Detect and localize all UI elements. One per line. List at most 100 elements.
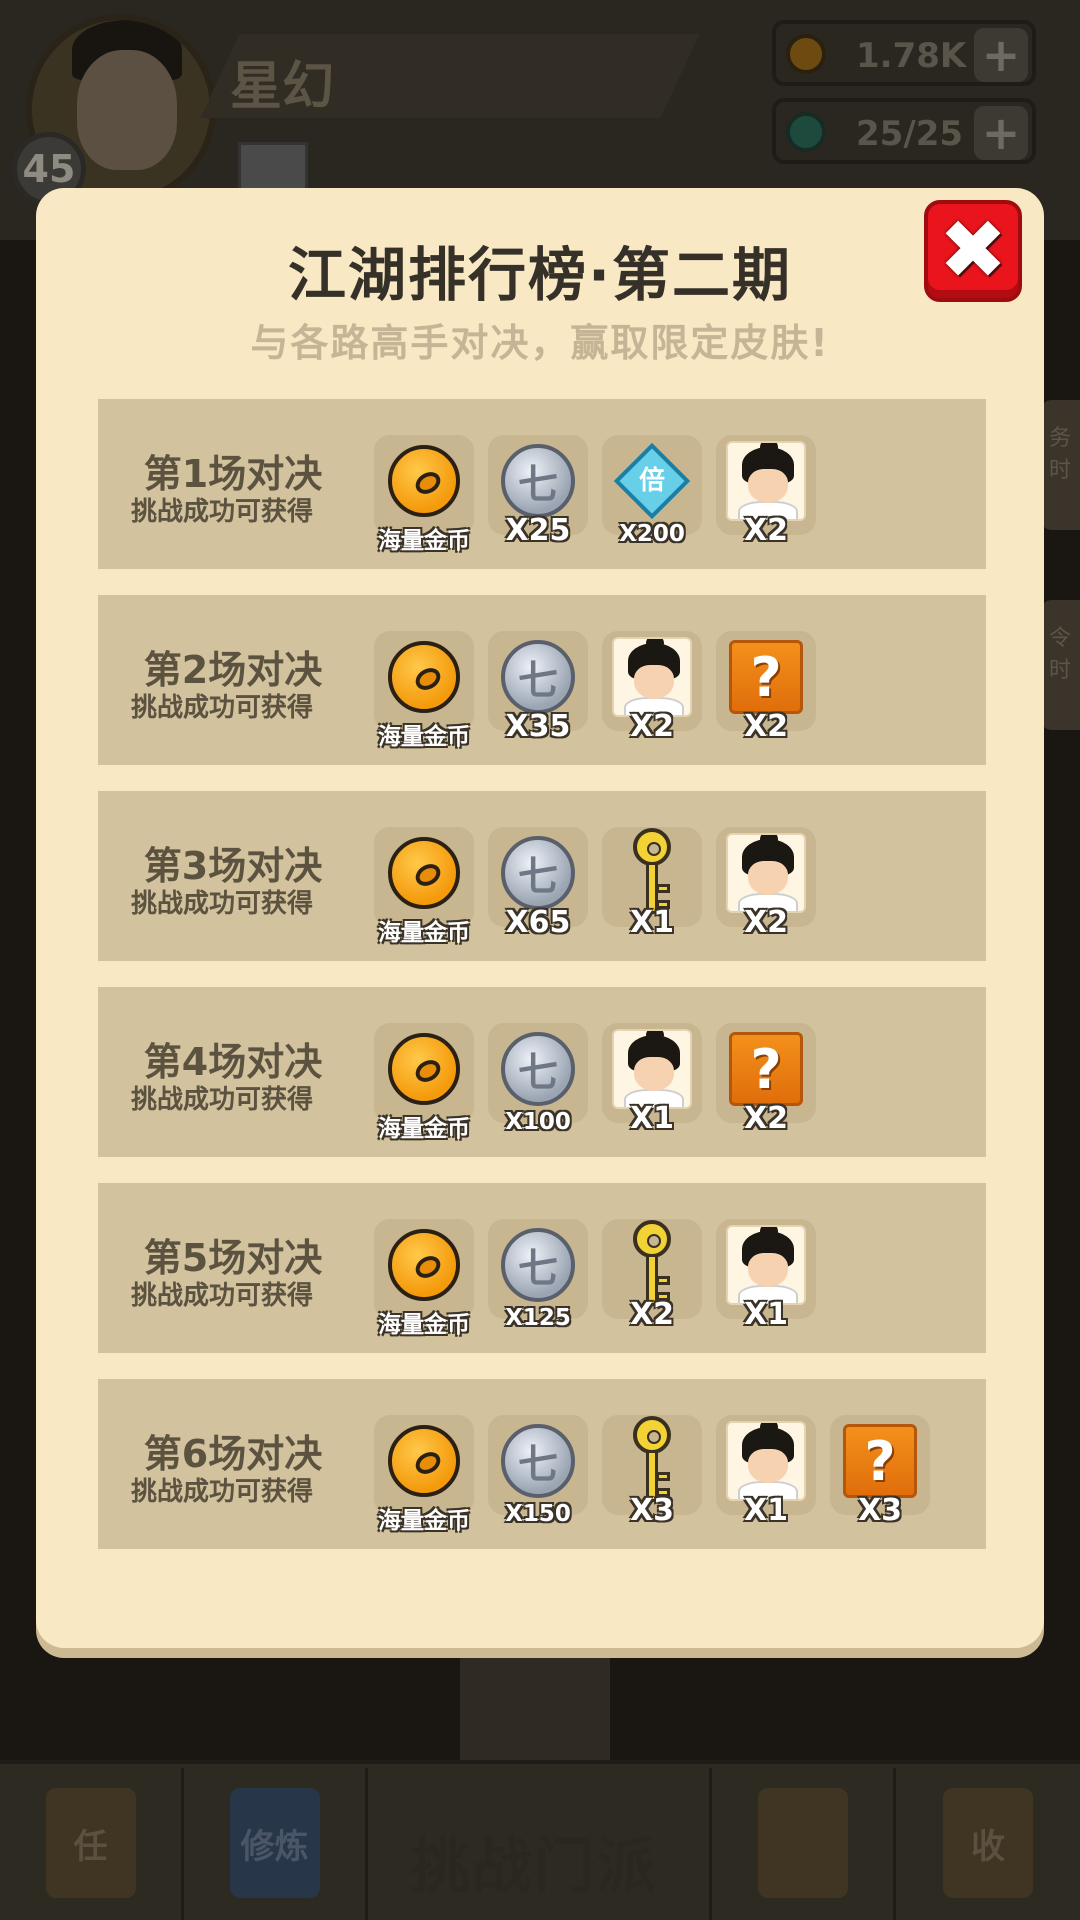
reward-quantity: X2 — [743, 1101, 788, 1136]
armor-icon — [757, 1788, 848, 1898]
tasks-scroll-icon: 任 — [45, 1788, 136, 1898]
reward-quantity: X25 — [505, 513, 571, 548]
round-title: 第1场对决 — [143, 452, 323, 496]
round-subtitle: 挑战成功可获得 — [130, 1477, 313, 1507]
reward-quantity: X200 — [619, 521, 685, 547]
reward-slot[interactable]: 海量金币 — [374, 631, 474, 750]
reward-quantity: X150 — [505, 1501, 571, 1527]
reward-slot[interactable]: 七 X150 — [488, 1415, 588, 1527]
coin-icon — [786, 34, 826, 74]
cultivate-book-icon: 修炼 — [229, 1788, 320, 1898]
reward-slot[interactable]: X3 — [602, 1415, 702, 1528]
reward-slot[interactable]: 倍 X200 — [602, 435, 702, 547]
reward-slot[interactable]: ? X3 — [830, 1415, 930, 1528]
gold-coin-icon — [388, 1033, 460, 1105]
hero-skin-fragment-icon — [726, 833, 806, 913]
silver-coin-icon: 七 — [501, 836, 575, 910]
gold-coin-icon — [388, 1425, 460, 1497]
avatar-face — [77, 50, 177, 170]
reward-quantity: X2 — [743, 905, 788, 940]
add-coins-button[interactable]: + — [974, 28, 1028, 82]
challenge-label: 挑战门派 — [410, 1832, 658, 1902]
silver-coin-icon: 七 — [501, 1228, 575, 1302]
reward-slot[interactable]: 海量金币 — [374, 435, 474, 554]
hero-skin-fragment-icon — [726, 1421, 806, 1501]
silver-coin-icon: 七 — [501, 1424, 575, 1498]
nav-tasks[interactable]: 任 — [0, 1768, 184, 1920]
reward-slot[interactable]: 海量金币 — [374, 1415, 474, 1534]
reward-slot[interactable]: X2 — [602, 631, 702, 744]
reward-slot[interactable]: 海量金币 — [374, 827, 474, 946]
reward-slot[interactable]: 七 X65 — [488, 827, 588, 940]
modal-subtitle: 与各路高手对决，赢取限定皮肤! — [250, 321, 830, 365]
round-title: 第6场对决 — [143, 1432, 323, 1476]
round-subtitle: 挑战成功可获得 — [130, 1281, 313, 1311]
nav-armor[interactable] — [712, 1768, 896, 1920]
round-title: 第2场对决 — [143, 648, 323, 692]
reward-slot[interactable]: 海量金币 — [374, 1219, 474, 1338]
reward-quantity: X2 — [629, 1297, 674, 1332]
round-row-1: 第1场对决 挑战成功可获得 海量金币七 X25 倍 X200 X2 — [98, 399, 986, 569]
close-x-icon: ✖ — [938, 203, 1008, 298]
reward-slot[interactable]: ? X2 — [716, 631, 816, 744]
silver-coin-icon: 七 — [501, 444, 575, 518]
gold-coin-icon — [388, 445, 460, 517]
reward-quantity: X1 — [743, 1493, 788, 1528]
gold-coin-icon — [388, 837, 460, 909]
hero-skin-fragment-icon — [726, 1225, 806, 1305]
modal-title: 江湖排行榜·第二期 — [287, 241, 793, 309]
round-subtitle: 挑战成功可获得 — [130, 497, 313, 527]
reward-slot[interactable]: X1 — [716, 1219, 816, 1332]
mail-icon[interactable] — [238, 142, 308, 192]
reward-slot[interactable]: X2 — [716, 435, 816, 548]
reward-slot[interactable]: X2 — [602, 1219, 702, 1332]
reward-slot[interactable]: X2 — [716, 827, 816, 940]
reward-slot[interactable]: 七 X100 — [488, 1023, 588, 1135]
reward-quantity: X1 — [629, 905, 674, 940]
reward-quantity: X1 — [629, 1101, 674, 1136]
mystery-outfit-icon: ? — [729, 1032, 803, 1106]
shop-icon: 收 — [943, 1788, 1033, 1898]
hero-skin-fragment-icon — [612, 1029, 692, 1109]
reward-quantity: X35 — [505, 709, 571, 744]
reward-slot[interactable]: 海量金币 — [374, 1023, 474, 1142]
round-subtitle: 挑战成功可获得 — [130, 1085, 313, 1115]
silver-coin-icon: 七 — [501, 1032, 575, 1106]
round-row-2: 第2场对决 挑战成功可获得 海量金币七 X35 X2? X2 — [98, 595, 986, 765]
add-energy-button[interactable]: + — [974, 106, 1028, 160]
reward-slot[interactable]: 七 X35 — [488, 631, 588, 744]
round-row-3: 第3场对决 挑战成功可获得 海量金币七 X65 X1 X2 — [98, 791, 986, 961]
nav-cultivate[interactable]: 修炼 — [184, 1768, 368, 1920]
leaderboard-modal: 江湖排行榜·第二期 与各路高手对决，赢取限定皮肤! ✖ 第1场对决 挑战成功可获得… — [36, 188, 1044, 1648]
hero-skin-fragment-icon — [726, 441, 806, 521]
reward-slot[interactable]: ? X2 — [716, 1023, 816, 1136]
reward-quantity: X2 — [743, 513, 788, 548]
player-name: 星幻 — [230, 57, 335, 117]
reward-quantity: X100 — [505, 1109, 571, 1135]
close-button[interactable]: ✖ — [924, 200, 1022, 302]
reward-quantity: X125 — [505, 1305, 571, 1331]
gold-coin-icon — [388, 641, 460, 713]
reward-quantity: X2 — [743, 709, 788, 744]
mystery-weapon-icon: ? — [843, 1424, 917, 1498]
round-title: 第3场对决 — [143, 844, 323, 888]
coin-resource-bar: 1.78K + — [772, 20, 1036, 86]
round-subtitle: 挑战成功可获得 — [130, 693, 313, 723]
side-tab-tasks[interactable]: 务时 — [1040, 400, 1080, 530]
nav-shop[interactable]: 收 — [896, 1768, 1080, 1920]
reward-slot[interactable]: X1 — [716, 1415, 816, 1528]
reward-slot[interactable]: 七 X125 — [488, 1219, 588, 1331]
reward-quantity: X1 — [743, 1297, 788, 1332]
round-title: 第5场对决 — [143, 1236, 323, 1280]
side-tab-limited[interactable]: 令时 — [1040, 600, 1080, 730]
reward-slot[interactable]: 七 X25 — [488, 435, 588, 548]
round-subtitle: 挑战成功可获得 — [130, 889, 313, 919]
reward-quantity: 海量金币 — [378, 1312, 470, 1338]
reward-slot[interactable]: X1 — [602, 827, 702, 940]
reward-quantity: 海量金币 — [378, 724, 470, 750]
round-row-4: 第4场对决 挑战成功可获得 海量金币七 X100 X1? X2 — [98, 987, 986, 1157]
reward-quantity: X65 — [505, 905, 571, 940]
reward-quantity: 海量金币 — [378, 1116, 470, 1142]
mystery-fragment-icon: ? — [729, 640, 803, 714]
reward-slot[interactable]: X1 — [602, 1023, 702, 1136]
